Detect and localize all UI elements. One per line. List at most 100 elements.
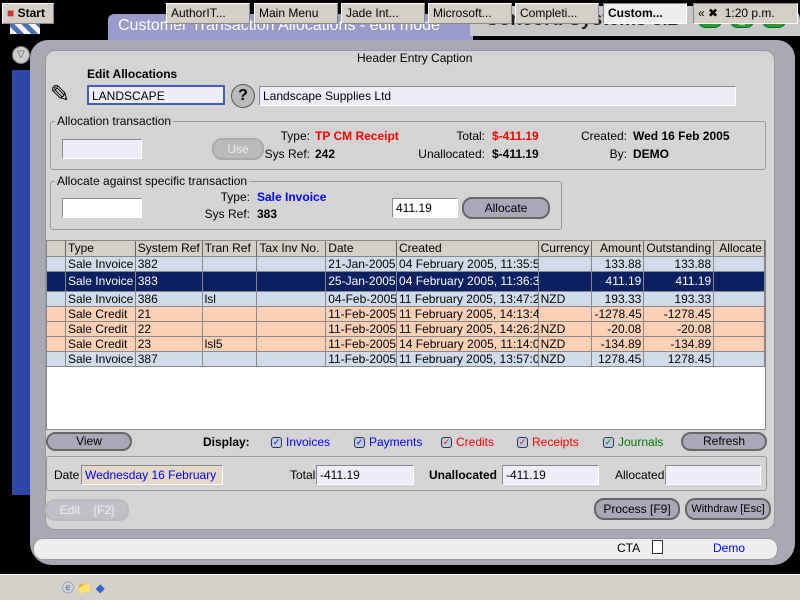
type-value: TP CM Receipt [315,129,399,143]
transactions-table: Type System Ref Tran Ref Tax Inv No. Date Cre… [46,240,766,430]
column-header[interactable]: Created [397,241,539,257]
by-value: DEMO [633,147,669,161]
invoices-checkbox[interactable]: ✓ Invoices [271,435,330,449]
credits-checkbox[interactable]: ✓ Credits [441,435,494,449]
table-row[interactable]: Sale Invoice 386 lsl 04-Feb-2005 11 February… [47,292,765,307]
check-icon: ✓ [441,437,452,449]
receipts-checkbox[interactable]: ✓ Receipts [517,435,579,449]
table-row[interactable]: Sale Credit 22 11-Feb-2005 11 February 2005… [47,322,765,337]
total-label: Total: [456,129,485,143]
table-cell [257,307,327,322]
side-menu-toggle[interactable]: ▽ [12,46,30,64]
invoices-label: Invoices [286,435,331,449]
group-legend: Allocate against specific transaction [55,174,250,188]
table-header[interactable]: Type System Ref Tran Ref Tax Inv No. Date Cre… [47,241,765,257]
table-cell: 11-Feb-2005 [326,337,398,352]
column-header[interactable]: Tax Inv No. [257,241,327,257]
quick-launch-icons[interactable]: ⓔ 📁 ◆ [62,579,105,596]
status-bar [33,538,778,560]
allocation-transaction-input[interactable] [62,139,142,159]
table-row[interactable]: Sale Credit 23 lsl5 11-Feb-2005 14 February … [47,337,765,352]
table-cell: Sale Invoice [65,257,136,272]
table-cell [714,272,765,292]
allocate-button[interactable]: Allocate [462,197,550,219]
table-cell: 411.19 [644,272,715,292]
column-header[interactable]: Allocate [714,241,765,257]
column-header[interactable]: Currency [538,241,593,257]
table-cell [257,272,327,292]
table-cell: 382 [135,257,203,272]
table-cell: 04-Feb-2005 [326,292,398,307]
table-cell [257,322,327,337]
table-row[interactable]: Sale Invoice 387 11-Feb-2005 11 February 20… [47,352,765,367]
taskbar-item-active[interactable]: Custom... [603,3,687,24]
unallocated-field: -411.19 [502,465,599,485]
header-caption: Header Entry Caption [357,51,473,65]
column-header[interactable]: Date [326,241,398,257]
customer-code-input[interactable]: LANDSCAPE [87,85,225,105]
column-header[interactable]: Tran Ref [202,241,258,257]
status-code: CTA [617,541,641,555]
specific-sysref-label: Sys Ref: [204,207,250,221]
table-cell: 11 February 2005, 13:47:24 [397,292,539,307]
taskbar-item[interactable]: Microsoft... [428,3,512,24]
allocate-amount-input[interactable]: 411.19 [392,198,458,218]
date-label: Date [54,468,80,482]
table-cell: 23 [135,337,203,352]
total-field: -411.19 [316,465,414,485]
table-cell: 11-Feb-2005 [326,352,398,367]
table-cell: 11-Feb-2005 [326,322,398,337]
taskbar-item[interactable]: AuthorIT... [166,3,250,24]
process-button[interactable]: Process [F9] [594,498,680,520]
created-label: Created: [580,129,627,143]
specific-type-value: Sale Invoice [257,190,327,204]
table-row[interactable]: Sale Credit 21 11-Feb-2005 11 February 2005… [47,307,765,322]
specific-transaction-input[interactable] [62,198,142,218]
table-cell [47,292,66,307]
taskbar-item[interactable]: Main Menu [254,3,338,24]
table-row-selected[interactable]: Sale Invoice 383 25-Jan-2005 04 February 20… [47,272,765,292]
taskbar-item[interactable]: Completi... [515,3,599,24]
column-header[interactable]: Amount [592,241,645,257]
table-cell [257,352,327,367]
column-header[interactable]: System Ref [135,241,203,257]
column-header[interactable]: Outstanding [644,241,715,257]
table-cell: NZD [538,352,593,367]
taskbar [0,574,800,600]
column-header[interactable]: Type [65,241,136,257]
check-icon: ✓ [271,437,282,449]
edit-button[interactable]: Edit [F2] [45,499,129,521]
windows-logo-icon: ■ [7,6,15,20]
table-cell: -20.08 [592,322,645,337]
sysref-label: Sys Ref: [264,147,310,161]
table-cell: Sale Credit [65,337,136,352]
payments-label: Payments [369,435,423,449]
help-lookup-button[interactable]: ? [231,84,255,108]
total-footer-label: Total [290,468,316,482]
type-label: Type: [280,129,310,143]
view-button[interactable]: View [46,432,132,451]
payments-checkbox[interactable]: ✓ Payments [354,435,422,449]
table-cell [47,352,66,367]
check-icon: ✓ [354,437,365,449]
taskbar-item[interactable]: Jade Int... [341,3,425,24]
table-cell [714,257,765,272]
sysref-value: 242 [315,147,336,161]
journals-checkbox[interactable]: ✓ Journals [603,435,663,449]
table-cell [538,257,593,272]
specific-type-label: Type: [220,190,250,204]
table-cell [202,257,258,272]
table-cell: NZD [538,322,593,337]
system-tray: « ✖ 1:20 p.m. [693,3,798,24]
table-cell [47,337,66,352]
table-cell: 1278.45 [592,352,645,367]
refresh-button[interactable]: Refresh [681,432,767,451]
withdraw-button[interactable]: Withdraw [Esc] [685,498,771,520]
table-cell: Sale Invoice [65,292,136,307]
table-cell [47,322,66,337]
column-header[interactable] [47,241,66,257]
unallocated-footer-label: Unallocated [429,468,498,482]
clock: 1:20 p.m. [724,6,775,20]
start-button[interactable]: ■ Start [2,3,54,24]
table-row[interactable]: Sale Invoice 382 21-Jan-2005 04 February 20… [47,257,765,272]
